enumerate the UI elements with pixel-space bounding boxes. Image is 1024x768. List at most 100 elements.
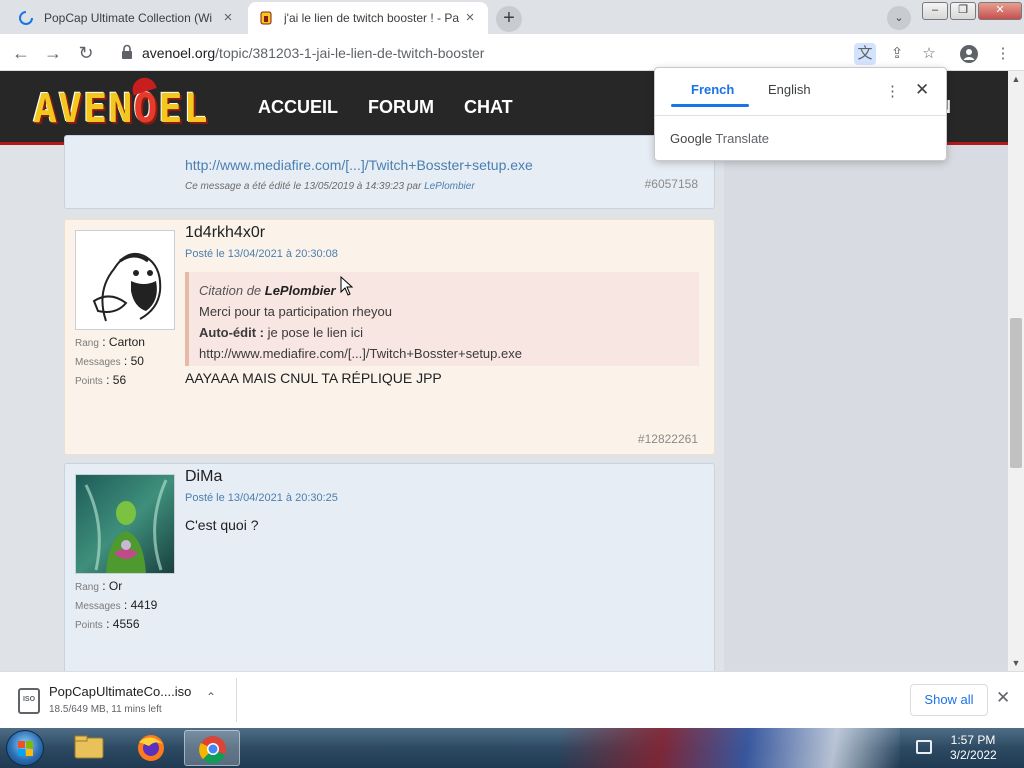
quote-autoedit-text: je pose le lien ici [263,325,363,340]
show-all-button[interactable]: Show all [910,684,988,716]
quote-header-prefix: Citation de [199,283,265,298]
stat-value: : 56 [106,373,127,387]
url-domain: avenoel.org [142,45,216,61]
edit-note-user[interactable]: LePlombier [424,181,475,192]
avatar[interactable] [75,474,175,574]
stat-key: Messages [75,601,121,612]
stat-key: Rang [75,338,99,349]
brand-translate: Translate [715,131,770,146]
scroll-up-arrow-icon[interactable]: ▲ [1008,71,1024,87]
more-options-icon[interactable]: ⋮ [885,82,900,100]
quote-link[interactable]: http://www.mediafire.com/[...]/Twitch+Bo… [199,343,689,364]
stat-key: Points [75,620,103,631]
loading-spinner-icon [19,11,33,25]
nav-accueil[interactable]: ACCUEIL [258,97,338,118]
stat-messages: Messages : 50 [75,354,144,368]
tab-twitch-booster[interactable]: j'ai le lien de twitch booster ! - Pa × [248,2,488,34]
active-tab-underline [671,104,749,107]
download-status: 18.5/649 MB, 11 mins left [49,704,162,715]
file-explorer-taskbar-icon[interactable] [61,730,117,766]
post-author[interactable]: 1d4rkh4x0r [185,224,265,242]
translate-tab-french[interactable]: French [691,82,734,97]
system-clock[interactable]: 1:57 PM 3/2/2022 [950,733,997,763]
close-tab-icon[interactable]: × [462,10,478,26]
post-date[interactable]: Posté le 13/04/2021 à 20:30:25 [185,492,338,504]
new-tab-button[interactable]: + [496,6,522,32]
stat-value: : Carton [102,335,145,349]
maximize-window-button[interactable]: ❐ [950,2,976,20]
close-shelf-icon[interactable]: ✕ [996,688,1010,708]
browser-menu-icon[interactable]: ⋮ [992,43,1014,65]
mediafire-link[interactable]: http://www.mediafire.com/[...]/Twitch+Bo… [185,157,533,173]
profile-avatar-icon[interactable] [958,43,980,65]
close-window-button[interactable]: ✕ [978,2,1022,20]
tab-search-chevron-icon[interactable]: ⌄ [887,6,911,30]
minimize-window-button[interactable]: – [922,2,948,20]
divider [236,678,237,722]
forward-arrow-icon[interactable]: → [42,42,64,64]
stat-points: Points : 4556 [75,617,140,631]
nav-forum[interactable]: FORUM [368,97,434,118]
web-page: AVENOEL ACCUEIL FORUM CHAT N http://www.… [0,71,1008,671]
stat-key: Points [75,376,103,387]
download-item[interactable]: ISO PopCapUltimateCo....iso 18.5/649 MB,… [10,680,236,720]
page-scrollbar[interactable]: ▲ ▼ [1008,71,1024,671]
chevron-up-icon[interactable]: ⌃ [206,690,216,704]
share-icon[interactable]: ⇪ [886,43,908,65]
download-filename: PopCapUltimateCo....iso [49,684,192,699]
stat-points: Points : 56 [75,373,126,387]
quote-author[interactable]: LePlombier [265,283,336,298]
main-nav: ACCUEIL FORUM CHAT [258,97,513,118]
post-dima: DiMa Posté le 13/04/2021 à 20:30:25 Rang… [64,463,715,671]
stat-value: : 4419 [123,598,158,612]
desktop-screen: PopCap Ultimate Collection (Wi × j'ai le… [0,0,1024,768]
stat-rang: Rang : Or [75,579,122,593]
chrome-taskbar-icon[interactable] [184,730,240,766]
brand-google: Google [670,131,712,146]
close-tab-icon[interactable]: × [220,10,236,26]
stat-value: : 4556 [106,617,140,631]
network-icon[interactable] [916,740,932,754]
post-number[interactable]: #12822261 [638,432,698,446]
reload-icon[interactable]: ↻ [75,42,97,64]
scroll-down-arrow-icon[interactable]: ▼ [1008,655,1024,671]
clock-date: 3/2/2022 [950,748,997,762]
avatar[interactable] [75,230,175,330]
nav-chat[interactable]: CHAT [464,97,513,118]
post-author[interactable]: DiMa [185,468,222,486]
tab-popcap[interactable]: PopCap Ultimate Collection (Wi × [8,2,246,34]
post-12822261: 1d4rkh4x0r Posté le 13/04/2021 à 20:30:0… [64,219,715,455]
avenoel-favicon-icon [260,11,272,25]
browser-tab-strip: PopCap Ultimate Collection (Wi × j'ai le… [0,0,1024,34]
start-button[interactable] [6,730,44,766]
post-message: AAYAAA MAIS CNUL TA RÉPLIQUE JPP [185,370,442,386]
stat-key: Rang [75,582,99,593]
back-arrow-icon[interactable]: ← [10,42,32,64]
tab-title: j'ai le lien de twitch booster ! - Pa [284,11,460,25]
close-icon[interactable]: ✕ [915,80,929,100]
avatar-figure-icon [76,475,174,573]
post-number[interactable]: #6057158 [645,177,698,191]
windows-logo-icon [18,741,33,756]
windows-taskbar: 1:57 PM 3/2/2022 [0,728,1024,768]
wallpaper-strip [560,728,900,768]
post-date[interactable]: Posté le 13/04/2021 à 20:30:08 [185,248,338,260]
firefox-taskbar-icon[interactable] [123,730,179,766]
stat-value: : Or [102,579,123,593]
bookmark-star-icon[interactable]: ☆ [918,43,940,65]
browser-toolbar: ← → ↻ avenoel.org/topic/381203-1-jai-le-… [0,34,1024,71]
download-shelf: ISO PopCapUltimateCo....iso 18.5/649 MB,… [0,671,1024,728]
stat-messages: Messages : 4419 [75,598,157,612]
scrollbar-thumb[interactable] [1010,318,1022,468]
avenoel-logo[interactable]: AVENOEL [33,74,209,132]
quote-line-2: Auto-édit : je pose le lien ici [199,322,689,343]
quote-autoedit-label: Auto-édit : [199,325,264,340]
stat-key: Messages [75,357,121,368]
quote-header: Citation de LePlombier [199,280,689,301]
translate-icon[interactable]: 文 [854,43,876,65]
right-sidebar [724,145,1008,671]
translate-tab-english[interactable]: English [768,82,811,97]
iso-file-icon: ISO [18,688,40,714]
divider [655,115,946,116]
address-bar[interactable]: avenoel.org/topic/381203-1-jai-le-lien-d… [110,38,885,67]
